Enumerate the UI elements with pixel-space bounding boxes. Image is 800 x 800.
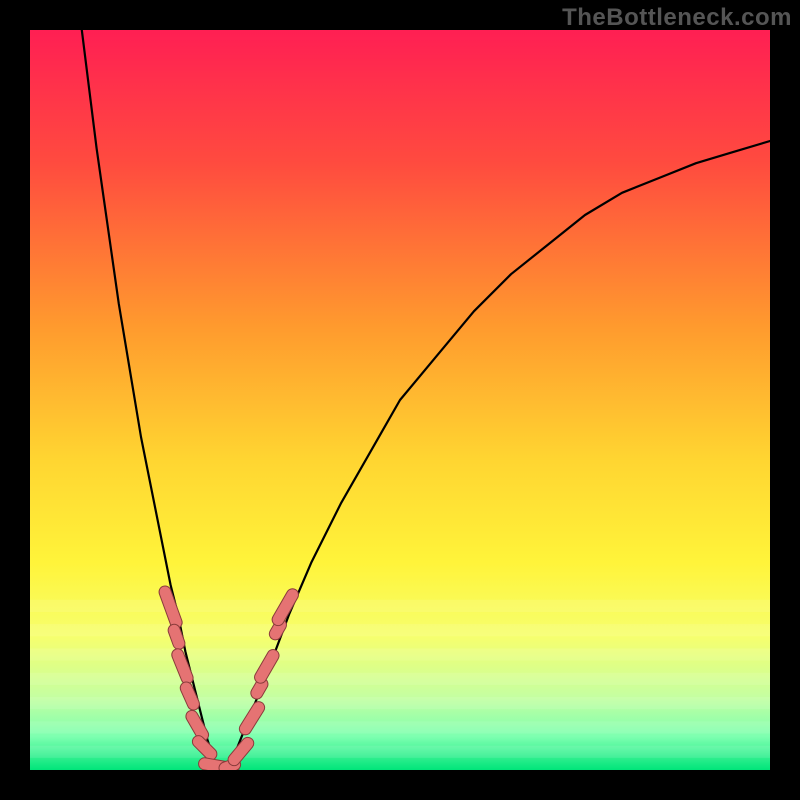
watermark-text: TheBottleneck.com bbox=[562, 4, 792, 32]
plot-area bbox=[30, 30, 770, 770]
bottom-band bbox=[30, 600, 770, 770]
chart-frame: TheBottleneck.com bbox=[0, 0, 800, 800]
chart-svg bbox=[30, 30, 770, 770]
